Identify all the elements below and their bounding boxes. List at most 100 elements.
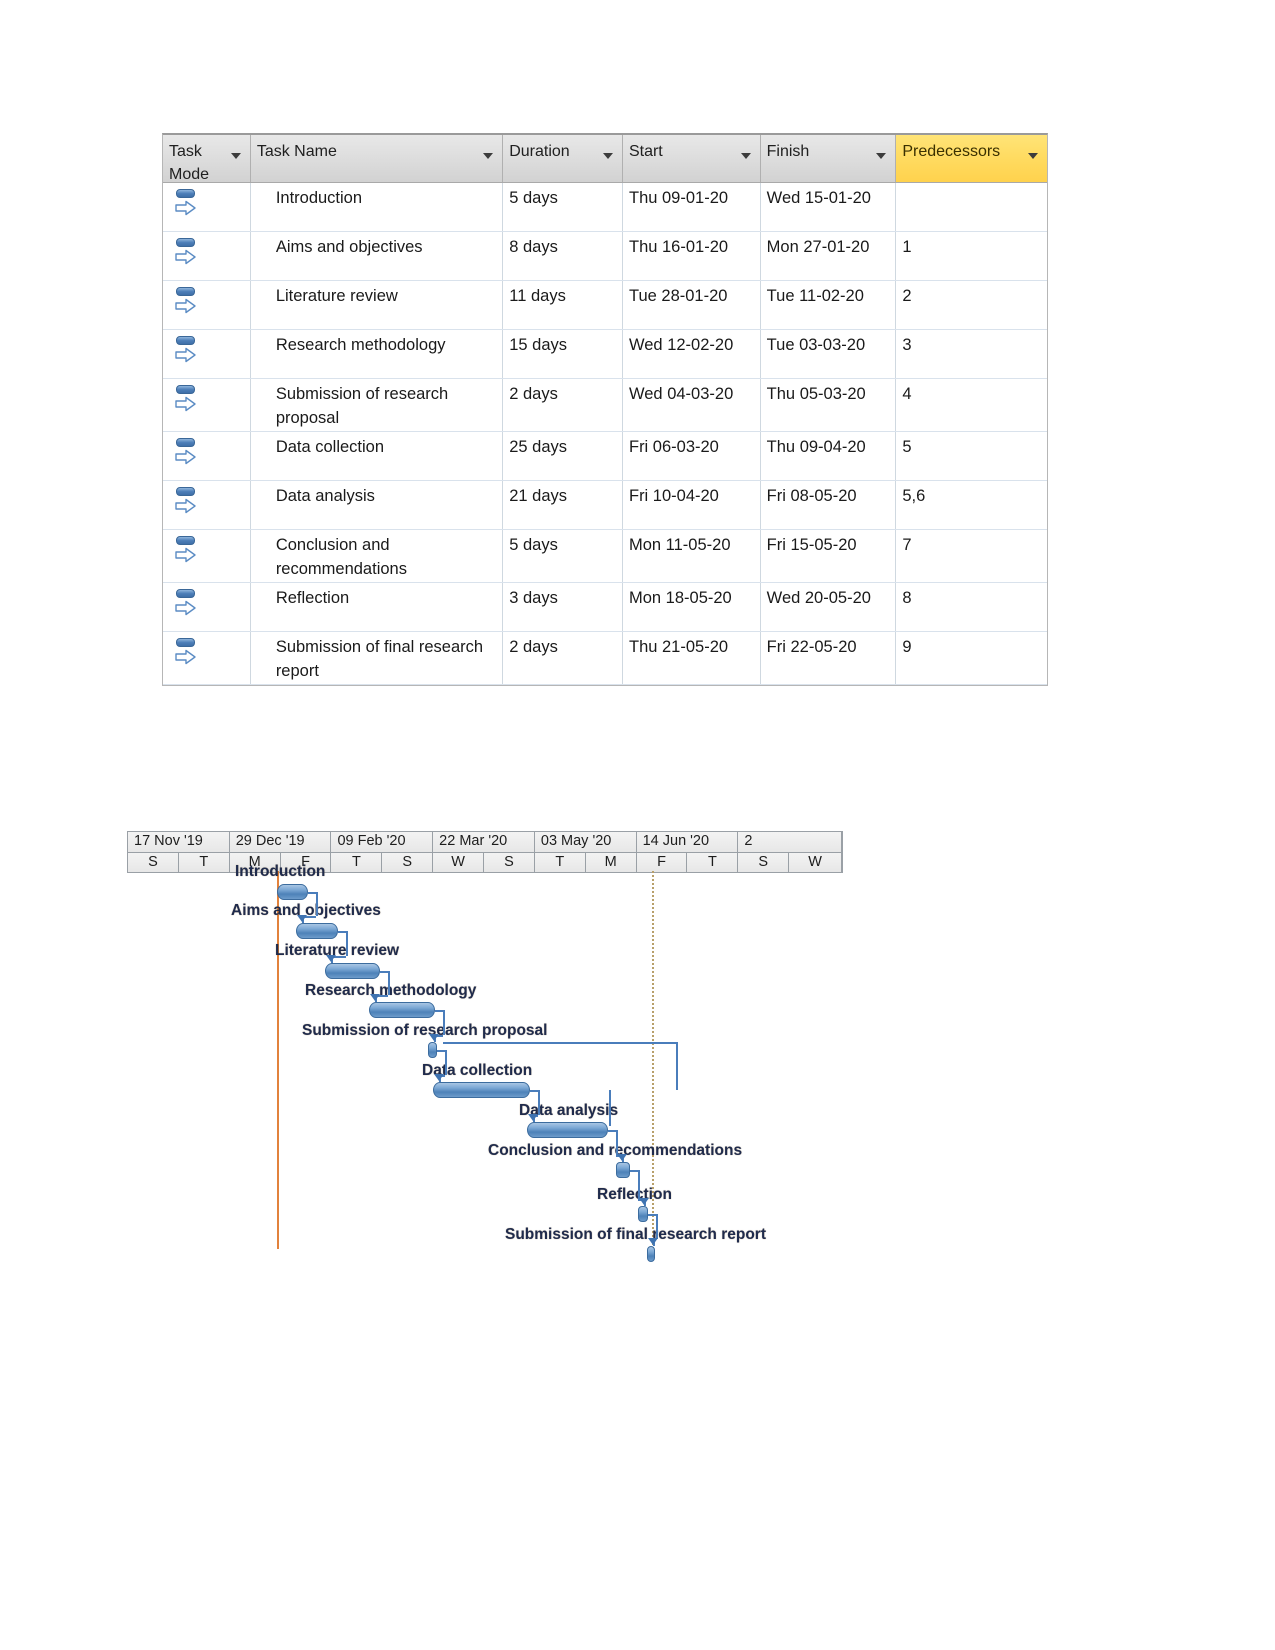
column-header-task-mode[interactable]: Task Mode: [163, 135, 251, 182]
chevron-down-icon[interactable]: [1028, 153, 1038, 159]
cell-finish[interactable]: Fri 08-05-20: [761, 480, 897, 529]
cell-duration[interactable]: 8 days: [503, 232, 623, 280]
auto-schedule-bar-icon: [176, 637, 195, 647]
chevron-down-icon[interactable]: [740, 153, 751, 159]
start-date-text: Wed 04-03-20: [628, 385, 734, 403]
cell-predecessors[interactable]: [896, 183, 1047, 231]
cell-finish[interactable]: Thu 05-03-20: [761, 379, 897, 431]
cell-task-name[interactable]: Literature review: [251, 281, 504, 329]
table-row[interactable]: Reflection 3 days Mon 18-05-20 Wed 20-05-20…: [163, 582, 1047, 632]
table-row[interactable]: Research methodology 15 days Wed 12-02-20 T…: [163, 330, 1047, 379]
gantt-bar[interactable]: [369, 1002, 435, 1018]
cell-task-name[interactable]: Submission of final research report: [251, 631, 504, 684]
cell-task-name[interactable]: Submission of research proposal: [251, 379, 504, 431]
cell-task-mode[interactable]: [163, 232, 251, 280]
cell-task-name[interactable]: Introduction: [251, 183, 504, 231]
column-header-duration[interactable]: Duration: [503, 135, 623, 182]
cell-task-mode[interactable]: [163, 330, 251, 378]
cell-task-mode[interactable]: [163, 582, 251, 631]
gantt-bar[interactable]: [277, 884, 308, 900]
cell-task-mode[interactable]: [163, 183, 251, 231]
gantt-bar[interactable]: [647, 1246, 655, 1262]
cell-task-mode[interactable]: [163, 529, 251, 582]
cell-predecessors[interactable]: 2: [896, 281, 1047, 329]
cell-task-name[interactable]: Data analysis: [251, 480, 504, 529]
cell-start[interactable]: Fri 10-04-20: [623, 480, 761, 529]
column-header-finish-label: Finish: [766, 143, 810, 160]
cell-predecessors[interactable]: 1: [896, 232, 1047, 280]
cell-task-name[interactable]: Aims and objectives: [251, 232, 504, 280]
cell-start[interactable]: Fri 06-03-20: [623, 431, 761, 480]
cell-start[interactable]: Wed 04-03-20: [623, 379, 761, 431]
cell-duration[interactable]: 25 days: [503, 431, 623, 480]
gantt-bar[interactable]: [433, 1082, 530, 1098]
chevron-down-icon[interactable]: [230, 153, 241, 159]
cell-task-name[interactable]: Conclusion and recommendations: [251, 529, 504, 582]
column-header-predecessors[interactable]: Predecessors: [896, 135, 1047, 182]
cell-start[interactable]: Thu 09-01-20: [623, 183, 761, 231]
predecessors-text: 7: [902, 535, 912, 554]
table-row[interactable]: Introduction 5 days Thu 09-01-20 Wed 15-01-…: [163, 183, 1047, 232]
cell-duration[interactable]: 15 days: [503, 330, 623, 378]
cell-duration[interactable]: 5 days: [503, 183, 623, 231]
table-row[interactable]: Submission of final research report 2 day…: [163, 631, 1047, 685]
cell-task-mode[interactable]: [163, 281, 251, 329]
column-header-finish[interactable]: Finish: [761, 135, 897, 182]
auto-schedule-arrow-icon: [175, 547, 197, 571]
gantt-bar[interactable]: [527, 1122, 608, 1138]
cell-predecessors[interactable]: 5,6: [896, 481, 1047, 529]
cell-task-name[interactable]: Reflection: [251, 582, 504, 631]
cell-finish[interactable]: Mon 27-01-20: [761, 232, 897, 280]
cell-predecessors[interactable]: 5: [896, 432, 1047, 480]
chevron-down-icon[interactable]: [483, 153, 494, 159]
chevron-down-icon[interactable]: [876, 153, 887, 159]
table-row[interactable]: Literature review 11 days Tue 28-01-20 Tue …: [163, 281, 1047, 330]
cell-finish[interactable]: Fri 15-05-20: [761, 529, 897, 582]
cell-task-name[interactable]: Research methodology: [251, 330, 504, 378]
cell-duration[interactable]: 3 days: [503, 582, 623, 631]
gantt-bar[interactable]: [296, 923, 338, 939]
gantt-bar[interactable]: [325, 963, 380, 979]
cell-finish[interactable]: Wed 15-01-20: [761, 183, 897, 231]
cell-finish[interactable]: Wed 20-05-20: [761, 582, 897, 631]
cell-predecessors[interactable]: 8: [896, 583, 1047, 631]
cell-task-mode[interactable]: [163, 631, 251, 684]
column-header-task-name[interactable]: Task Name: [251, 135, 504, 182]
cell-duration[interactable]: 21 days: [503, 480, 623, 529]
cell-task-mode[interactable]: [163, 379, 251, 431]
cell-predecessors[interactable]: 9: [896, 632, 1047, 684]
table-row[interactable]: Data collection 25 days Fri 06-03-20 Thu 09…: [163, 431, 1047, 481]
gantt-bar[interactable]: [616, 1162, 630, 1178]
cell-duration[interactable]: 2 days: [503, 631, 623, 684]
cell-predecessors[interactable]: 7: [896, 530, 1047, 582]
cell-duration[interactable]: 11 days: [503, 281, 623, 329]
cell-start[interactable]: Wed 12-02-20: [623, 330, 761, 378]
cell-start[interactable]: Mon 18-05-20: [623, 582, 761, 631]
table-row[interactable]: Data analysis 21 days Fri 10-04-20 Fri 08-0…: [163, 480, 1047, 530]
gantt-bar[interactable]: [638, 1206, 648, 1222]
table-row[interactable]: Conclusion and recommendations 5 days Mon …: [163, 529, 1047, 583]
cell-finish[interactable]: Thu 09-04-20: [761, 431, 897, 480]
cell-start[interactable]: Thu 21-05-20: [623, 631, 761, 684]
cell-duration[interactable]: 2 days: [503, 379, 623, 431]
cell-finish[interactable]: Tue 03-03-20: [761, 330, 897, 378]
table-row[interactable]: Aims and objectives 8 days Thu 16-01-20 Mon…: [163, 232, 1047, 281]
cell-predecessors[interactable]: 3: [896, 330, 1047, 378]
cell-predecessors[interactable]: 4: [896, 379, 1047, 431]
table-row[interactable]: Submission of research proposal 2 days Wed…: [163, 379, 1047, 432]
cell-task-name[interactable]: Data collection: [251, 431, 504, 480]
gantt-link: [630, 1170, 638, 1172]
cell-task-mode[interactable]: [163, 431, 251, 480]
cell-finish[interactable]: Tue 11-02-20: [761, 281, 897, 329]
cell-task-mode[interactable]: [163, 480, 251, 529]
column-header-start[interactable]: Start: [623, 135, 761, 182]
predecessors-text: 3: [902, 336, 912, 354]
cell-start[interactable]: Mon 11-05-20: [623, 529, 761, 582]
chevron-down-icon[interactable]: [602, 153, 613, 159]
gantt-link-arrowhead: [370, 994, 380, 1001]
cell-duration[interactable]: 5 days: [503, 529, 623, 582]
cell-start[interactable]: Thu 16-01-20: [623, 232, 761, 280]
gantt-bar[interactable]: [428, 1042, 437, 1058]
cell-finish[interactable]: Fri 22-05-20: [761, 631, 897, 684]
cell-start[interactable]: Tue 28-01-20: [623, 281, 761, 329]
